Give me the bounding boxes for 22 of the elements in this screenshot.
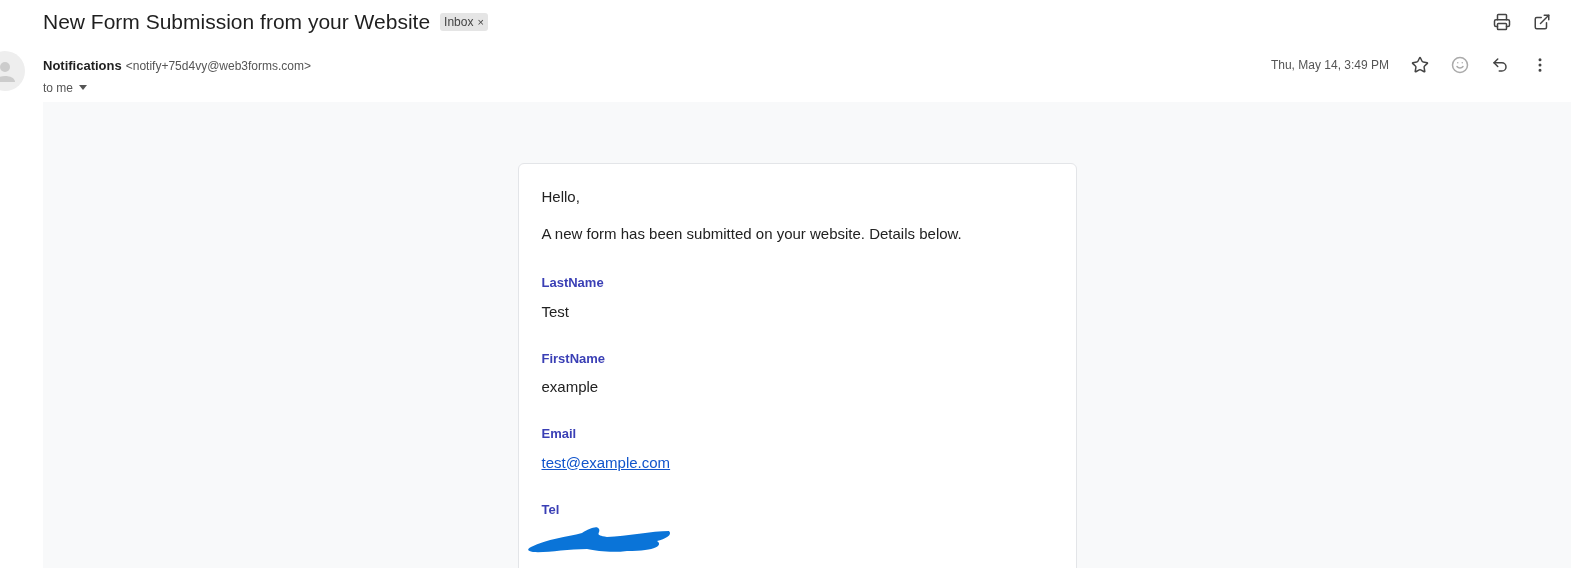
field-value: example xyxy=(541,377,600,397)
new-window-icon[interactable] xyxy=(1533,13,1551,31)
sender-name: Notifications xyxy=(43,57,122,75)
reply-icon[interactable] xyxy=(1491,56,1509,74)
email-subject: New Form Submission from your Website xyxy=(43,9,431,36)
star-icon[interactable] xyxy=(1411,56,1429,74)
recipient-dropdown[interactable]: to me xyxy=(43,78,311,97)
print-icon[interactable] xyxy=(1493,13,1511,31)
remove-label-button[interactable]: × xyxy=(477,16,484,28)
intro-text: A new form has been submitted on your website. Details below. xyxy=(541,223,963,244)
field-label: Email xyxy=(541,425,578,443)
email-date: Thu, May 14, 3:49 PM xyxy=(1270,57,1389,74)
email-link[interactable]: test@example.com xyxy=(541,451,671,474)
caret-icon xyxy=(79,85,87,90)
greeting-text: Hello, xyxy=(541,187,581,207)
field-label: LastName xyxy=(541,274,605,292)
sender-address: <notify+75d4vy@web3forms.com> xyxy=(125,58,311,75)
field-value: Test xyxy=(541,301,570,322)
chip-label: Inbox xyxy=(444,14,474,31)
person-icon xyxy=(0,60,16,82)
field-label: Tel xyxy=(541,500,561,519)
field-label: FirstName xyxy=(541,349,607,368)
